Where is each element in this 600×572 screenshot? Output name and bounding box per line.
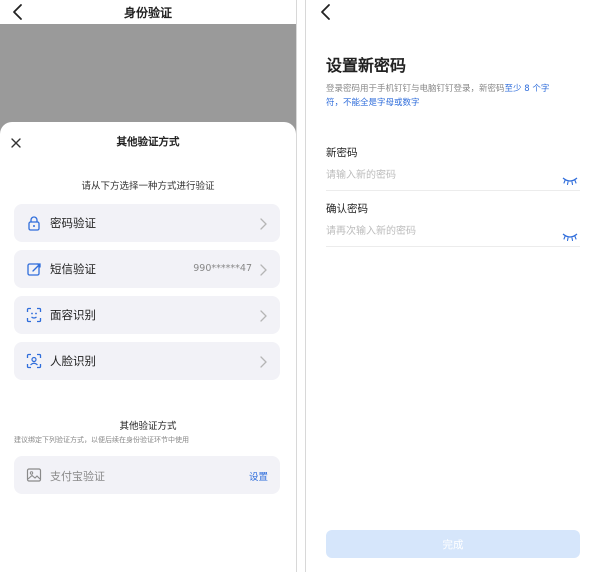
eye-closed-icon[interactable] — [562, 171, 578, 186]
face-scan-icon — [26, 307, 42, 323]
option-label: 面容识别 — [50, 308, 96, 322]
chevron-right-icon — [258, 216, 268, 230]
option-password-verify[interactable]: 密码验证 — [14, 204, 280, 242]
option-label: 人脸识别 — [50, 354, 96, 368]
option-face-scan[interactable]: 面容识别 — [14, 296, 280, 334]
chevron-right-icon — [258, 308, 268, 322]
chevron-right-icon — [258, 354, 268, 368]
nav-bar: 身份验证 — [0, 0, 296, 24]
password-rule-description: 登录密码用于手机钉钉与电脑钉钉登录，新密码至少 8 个字符，不能全是字母或数字 — [326, 82, 581, 110]
setup-link[interactable]: 设置 — [249, 469, 268, 483]
option-label: 密码验证 — [50, 216, 96, 230]
new-password-label: 新密码 — [326, 147, 358, 159]
sheet-title: 其他验证方式 — [116, 136, 180, 148]
screen-divider — [296, 0, 306, 572]
other-methods-note: 建议绑定下列验证方式，以便后续在身份验证环节中使用 — [14, 436, 189, 444]
back-arrow-icon[interactable] — [316, 2, 336, 22]
rule-highlight: 符，不能全是字母或数字 — [326, 98, 420, 108]
dim-overlay — [0, 24, 296, 134]
input-underline — [326, 246, 580, 247]
other-methods-heading: 其他验证方式 — [119, 421, 177, 432]
image-icon — [26, 467, 42, 483]
lock-icon — [26, 215, 42, 231]
confirm-password-input[interactable] — [326, 220, 580, 242]
sheet-prompt: 请从下方选择一种方式进行验证 — [81, 181, 215, 192]
rule-text: 登录密码用于手机钉钉与电脑钉钉登录，新密码 — [326, 84, 505, 94]
verification-sheet: 其他验证方式 请从下方选择一种方式进行验证 密码验证 短信验证 990*****… — [0, 122, 296, 572]
confirm-password-label: 确认密码 — [326, 203, 368, 215]
option-sms-verify[interactable]: 短信验证 990******47 — [14, 250, 280, 288]
eye-closed-icon[interactable] — [562, 227, 578, 242]
sms-icon — [26, 261, 42, 277]
option-label: 短信验证 — [50, 262, 96, 276]
masked-phone-number: 990******47 — [193, 263, 252, 274]
page-title: 设置新密码 — [326, 56, 407, 75]
identity-verification-screen: 身份验证 其他验证方式 请从下方选择一种方式进行验证 密码验证 短信验证 990… — [0, 0, 296, 572]
new-password-input[interactable] — [326, 164, 580, 186]
option-face-recognition[interactable]: 人脸识别 — [14, 342, 280, 380]
chevron-right-icon — [258, 262, 268, 276]
screenshot-root: 身份验证 其他验证方式 请从下方选择一种方式进行验证 密码验证 短信验证 990… — [0, 0, 600, 572]
rule-highlight: 至少 8 个字 — [504, 84, 550, 94]
option-label: 支付宝验证 — [50, 470, 105, 483]
done-button[interactable]: 完成 — [326, 530, 580, 558]
page-title: 身份验证 — [123, 6, 172, 20]
input-underline — [326, 190, 580, 191]
face-recognition-icon — [26, 353, 42, 369]
option-alipay-verify: 支付宝验证 设置 — [14, 456, 280, 494]
set-new-password-screen: 设置新密码 登录密码用于手机钉钉与电脑钉钉登录，新密码至少 8 个字符，不能全是… — [306, 0, 600, 572]
